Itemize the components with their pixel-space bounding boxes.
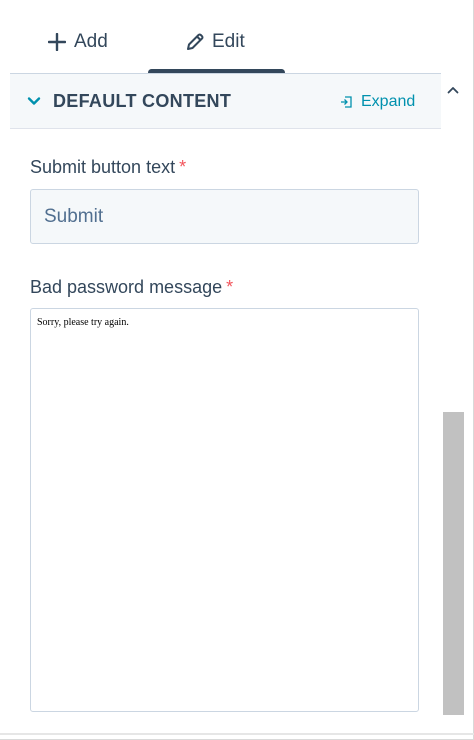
tab-edit[interactable]: Edit xyxy=(184,22,245,62)
bottom-border xyxy=(0,733,474,735)
expand-button[interactable]: Expand xyxy=(340,93,415,111)
bad-password-message-label: Bad password message * xyxy=(30,277,233,298)
bad-password-message-editor[interactable]: Sorry, please try again. xyxy=(30,308,419,712)
submit-button-text-label-text: Submit button text xyxy=(30,157,176,177)
expand-icon xyxy=(340,95,354,109)
tab-add[interactable]: Add xyxy=(46,22,108,62)
plus-icon xyxy=(46,31,68,53)
tab-edit-label: Edit xyxy=(212,31,245,52)
submit-button-text-value: Submit xyxy=(44,205,104,227)
tab-add-label: Add xyxy=(74,31,108,52)
submit-button-text-label: Submit button text * xyxy=(30,157,186,178)
scroll-up-icon[interactable] xyxy=(447,82,459,94)
pencil-icon xyxy=(184,31,206,53)
bad-password-message-label-text: Bad password message xyxy=(30,277,223,297)
bad-password-message-value: Sorry, please try again. xyxy=(37,317,129,328)
section-title: DEFAULT CONTENT xyxy=(53,91,232,111)
required-marker: * xyxy=(226,277,234,297)
section-header-default-content[interactable]: DEFAULT CONTENT Expand xyxy=(10,74,441,129)
tab-bar: Add Edit xyxy=(0,0,440,76)
chevron-down-icon[interactable] xyxy=(27,94,41,108)
required-marker: * xyxy=(179,157,187,177)
expand-label: Expand xyxy=(361,93,416,110)
scrollbar-thumb[interactable] xyxy=(443,412,464,715)
submit-button-text-input[interactable]: Submit xyxy=(30,189,419,244)
